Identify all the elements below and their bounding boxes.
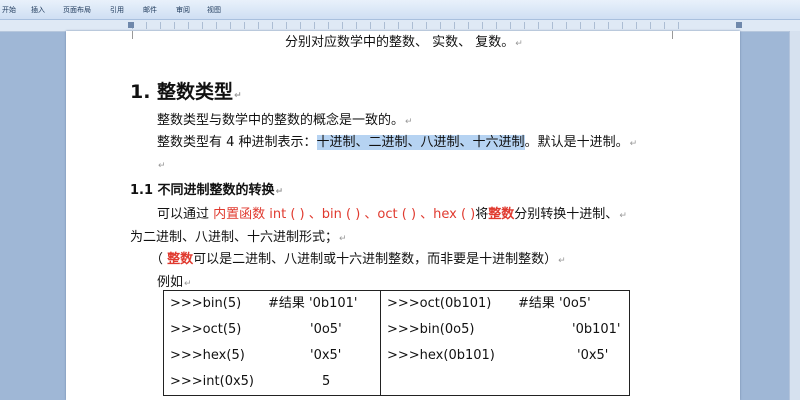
paragraph-2[interactable]: 整数类型有 4 种进制表示：十进制、二进制、八进制、十六进制。默认是十进制。↵ [157, 131, 637, 150]
tab-home[interactable]: 开始 [2, 5, 16, 15]
tab-view[interactable]: 视图 [207, 5, 221, 15]
table-row: >>>hex(5) '0x5' [164, 343, 380, 369]
table-row: >>>bin(0o5) '0b101' [381, 317, 629, 343]
table-row: >>>oct(5) '0o5' [164, 317, 380, 343]
code-text: >>>hex(0b101) [387, 348, 495, 363]
doc-top-line[interactable]: 分别对应数学中的整数、 实数、 复数。↵ [285, 31, 523, 50]
code-text: >>>bin(0o5) [387, 322, 475, 337]
code-text: >>>hex(5) [170, 348, 245, 363]
result-text: '0o5' [310, 322, 342, 337]
document-page[interactable]: 分别对应数学中的整数、 实数、 复数。↵ 1. 整数类型↵ 整数类型与数学中的整… [66, 31, 740, 400]
code-text: >>>oct(0b101) [387, 296, 492, 311]
crop-mark [672, 31, 681, 39]
result-text: 5 [322, 374, 331, 389]
ruler-ticks [132, 22, 692, 29]
table-row: >>>oct(0b101) #结果 '0o5' [381, 291, 629, 317]
code-text: >>>oct(5) [170, 322, 242, 337]
left-indent-marker[interactable] [128, 22, 134, 28]
heading-1[interactable]: 1. 整数类型↵ [130, 77, 242, 104]
heading-2[interactable]: 1.1 不同进制整数的转换↵ [130, 179, 283, 198]
result-text: '0x5' [577, 348, 609, 363]
vertical-scrollbar[interactable] [789, 31, 800, 400]
table-row: >>>bin(5) #结果 '0b101' [164, 291, 380, 317]
paragraph-3[interactable]: 可以通过 内置函数 int ( ) 、bin ( ) 、oct ( ) 、hex… [157, 203, 627, 222]
tab-references[interactable]: 引用 [110, 5, 124, 15]
left-code-cell[interactable]: >>>bin(5) #结果 '0b101' >>>oct(5) '0o5' >>… [163, 290, 381, 396]
result-text: '0b101' [572, 322, 621, 337]
paragraph-4[interactable]: 为二进制、八进制、十六进制形式；↵ [130, 226, 347, 245]
result-text: '0x5' [310, 348, 342, 363]
result-text: #结果 '0o5' [518, 296, 591, 311]
paragraph-6[interactable]: 例如↵ [157, 271, 192, 290]
code-text: >>>bin(5) [170, 296, 242, 311]
empty-paragraph[interactable]: ↵ [157, 157, 166, 172]
ribbon-tab-bar: 开始 插入 页面布局 引用 邮件 审阅 视图 [0, 0, 800, 20]
table-row: >>>int(0x5) 5 [164, 369, 380, 395]
result-text: #结果 '0b101' [268, 296, 358, 311]
paragraph-5[interactable]: （ 整数可以是二进制、八进制或十六进制整数，而非要是十进制整数）↵ [150, 248, 566, 267]
tab-review[interactable]: 审阅 [176, 5, 190, 15]
tab-page-layout[interactable]: 页面布局 [63, 5, 91, 15]
selected-text[interactable]: 十进制、二进制、八进制、十六进制 [316, 135, 525, 150]
tab-insert[interactable]: 插入 [31, 5, 45, 15]
paragraph-1[interactable]: 整数类型与数学中的整数的概念是一致的。↵ [157, 109, 413, 128]
example-table: >>>bin(5) #结果 '0b101' >>>oct(5) '0o5' >>… [163, 290, 630, 396]
right-indent-marker[interactable] [736, 22, 742, 28]
code-text: >>>int(0x5) [170, 374, 255, 389]
right-code-cell[interactable]: >>>oct(0b101) #结果 '0o5' >>>bin(0o5) '0b1… [380, 290, 630, 396]
crop-mark [124, 31, 133, 39]
table-row: >>>hex(0b101) '0x5' [381, 343, 629, 369]
tab-mailings[interactable]: 邮件 [143, 5, 157, 15]
